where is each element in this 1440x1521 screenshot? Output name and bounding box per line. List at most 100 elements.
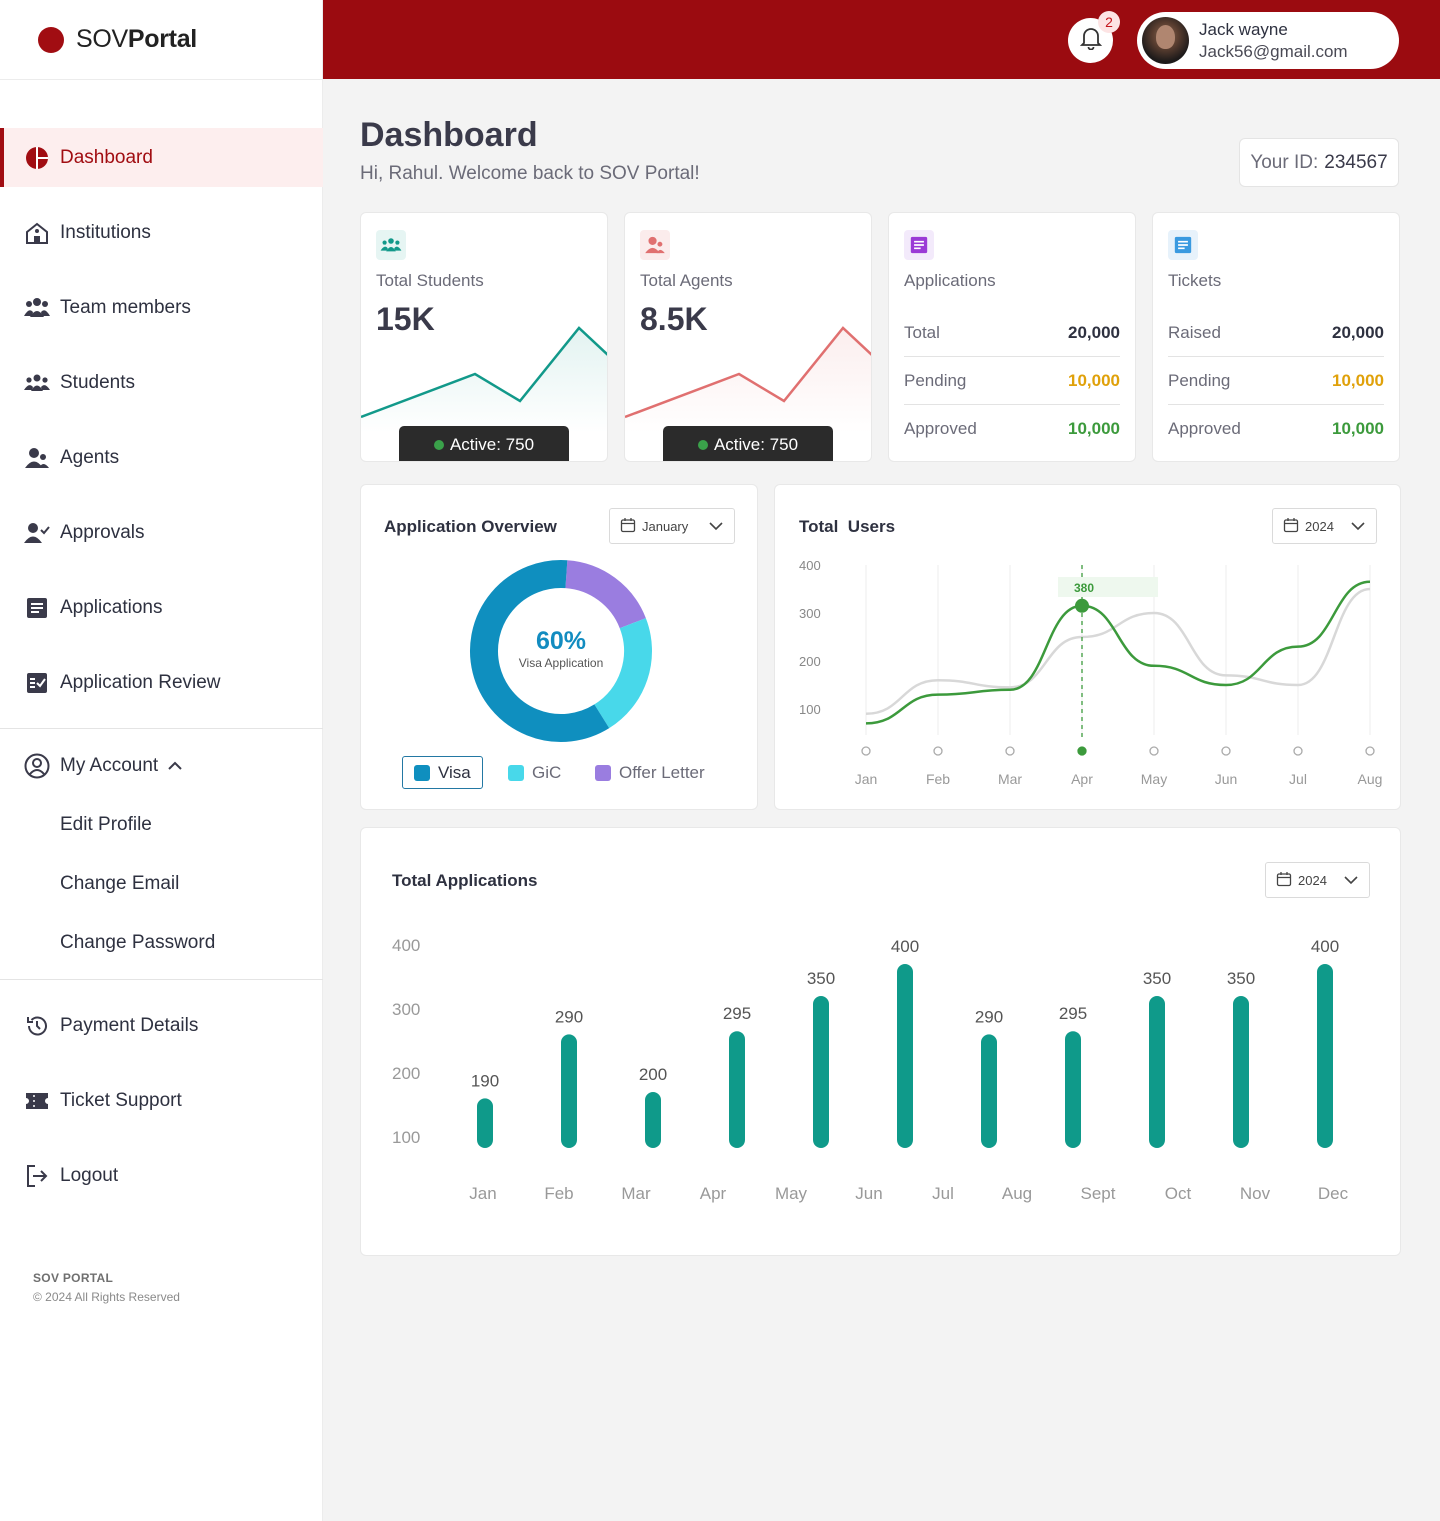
y-tick-label: 400 [392,936,420,955]
x-tick-label: Mar [621,1184,651,1203]
sidebar-item-approvals[interactable]: Approvals [0,503,323,562]
year-select[interactable]: 2024 [1265,862,1370,898]
sidebar-item-applications[interactable]: Applications [0,578,323,637]
year-select[interactable]: 2024 [1272,508,1377,544]
bar[interactable] [561,1034,577,1148]
applications-card[interactable]: Applications Total 20,000 Pending 10,000 A… [888,212,1136,462]
sidebar-item-label: Students [60,371,135,393]
sidebar-nav: Dashboard Institutions Team members Stud… [0,128,323,728]
sidebar-item-label: Dashboard [60,146,153,168]
legend-gic[interactable]: GiC [508,763,561,783]
x-tick-label: Aug [1002,1184,1032,1203]
y-tick-label: 300 [392,1000,420,1019]
user-menu[interactable]: Jack wayne Jack56@gmail.com [1137,12,1399,69]
sidebar-item-team-members[interactable]: Team members [0,278,323,337]
stat-row-approved: Approved 10,000 [1168,419,1384,438]
sidebar-item-label: Logout [60,1164,119,1186]
user-name: Jack wayne [1199,19,1288,39]
page-title: Dashboard [360,116,538,154]
bar[interactable] [981,1034,997,1148]
highlight-point[interactable] [1075,598,1089,613]
total-users-card: Total Users 2024 400 300 200 100 Jan Feb Mar Ap… [774,484,1401,810]
x-marker[interactable] [1077,746,1087,756]
bar[interactable] [1233,996,1249,1148]
students-sparkline [361,326,607,433]
sidebar-item-students[interactable]: Students [0,353,323,412]
donut-center-label: Visa Application [518,656,604,670]
x-marker[interactable] [861,746,871,756]
sidebar-item-agents[interactable]: Agents [0,428,323,487]
my-account-toggle[interactable]: My Account [24,738,182,794]
sidebar-item-dashboard[interactable]: Dashboard [0,128,323,187]
sidebar-divider [0,979,323,980]
bar[interactable] [729,1031,745,1148]
calendar-icon [1276,871,1292,890]
bar[interactable] [1065,1031,1081,1148]
agents-sparkline [625,326,871,433]
legend-swatch [414,764,430,781]
x-marker[interactable] [1365,746,1375,756]
active-count-badge: Active: 750 [663,426,833,461]
tickets-card[interactable]: Tickets Raised 20,000 Pending 10,000 Appro… [1152,212,1400,462]
x-marker[interactable] [1005,746,1015,756]
bar[interactable] [813,996,829,1148]
total-students-card[interactable]: Total Students 15K Active: 750 [360,212,608,462]
sidebar-item-label: Applications [60,596,163,618]
x-marker[interactable] [933,746,943,756]
checklist-icon [24,670,50,696]
x-marker[interactable] [1221,746,1231,756]
user-id-value: 234567 [1324,151,1388,173]
sidebar-item-logout[interactable]: Logout [0,1146,323,1205]
stat-row-approved: Approved 10,000 [904,419,1120,438]
bar[interactable] [1317,964,1333,1148]
bar[interactable] [1149,996,1165,1148]
bar[interactable] [477,1098,493,1148]
legend-swatch [508,765,524,781]
school-icon [24,220,50,246]
top-header: 2 Jack wayne Jack56@gmail.com [323,0,1440,79]
chevron-up-icon [168,755,182,777]
bar-value-label: 400 [891,937,919,956]
pie-chart-icon [24,145,50,171]
x-tick-label: Jun [1215,771,1238,787]
bar-value-label: 350 [1143,969,1171,988]
agents-icon [640,230,670,260]
bar-value-label: 350 [807,969,835,988]
sidebar-item-application-review[interactable]: Application Review [0,653,323,712]
status-dot [697,439,708,450]
y-tick-label: 200 [799,654,821,669]
sidebar-item-institutions[interactable]: Institutions [0,203,323,262]
logo[interactable]: SOVPortal [0,0,322,80]
legend-offer-letter[interactable]: Offer Letter [595,763,705,783]
ticket-document-icon [1168,230,1198,260]
bar-value-label: 295 [723,1004,751,1023]
x-tick-label: Feb [544,1184,573,1203]
x-tick-label: Oct [1165,1184,1192,1203]
change-email-link[interactable]: Change Email [60,873,179,895]
y-tick-label: 300 [799,606,821,621]
notification-badge: 2 [1098,11,1120,33]
x-tick-label: Jul [932,1184,954,1203]
edit-profile-link[interactable]: Edit Profile [60,814,152,836]
stat-label: Total Agents [640,271,733,290]
x-tick-label: Jul [1289,771,1307,787]
y-tick-label: 400 [799,558,821,573]
total-agents-card[interactable]: Total Agents 8.5K Active: 750 [624,212,872,462]
x-marker[interactable] [1149,746,1159,756]
ticket-icon [24,1088,50,1114]
sidebar-item-label: Institutions [60,221,151,243]
legend-visa[interactable]: Visa [402,756,483,789]
bar[interactable] [645,1092,661,1148]
series-line-primary [865,580,1371,725]
bar-value-label: 350 [1227,969,1255,988]
donut-slice-offer-letter[interactable] [564,560,646,629]
month-select[interactable]: January [609,508,735,544]
x-marker[interactable] [1293,746,1303,756]
change-password-link[interactable]: Change Password [60,932,215,954]
sidebar-item-payment-details[interactable]: Payment Details [0,996,323,1055]
section-title: Application Overview [384,517,557,536]
welcome-message: Hi, Rahul. Welcome back to SOV Portal! [360,163,700,184]
x-tick-label: Jun [855,1184,882,1203]
bar[interactable] [897,964,913,1148]
sidebar-item-ticket-support[interactable]: Ticket Support [0,1071,323,1130]
